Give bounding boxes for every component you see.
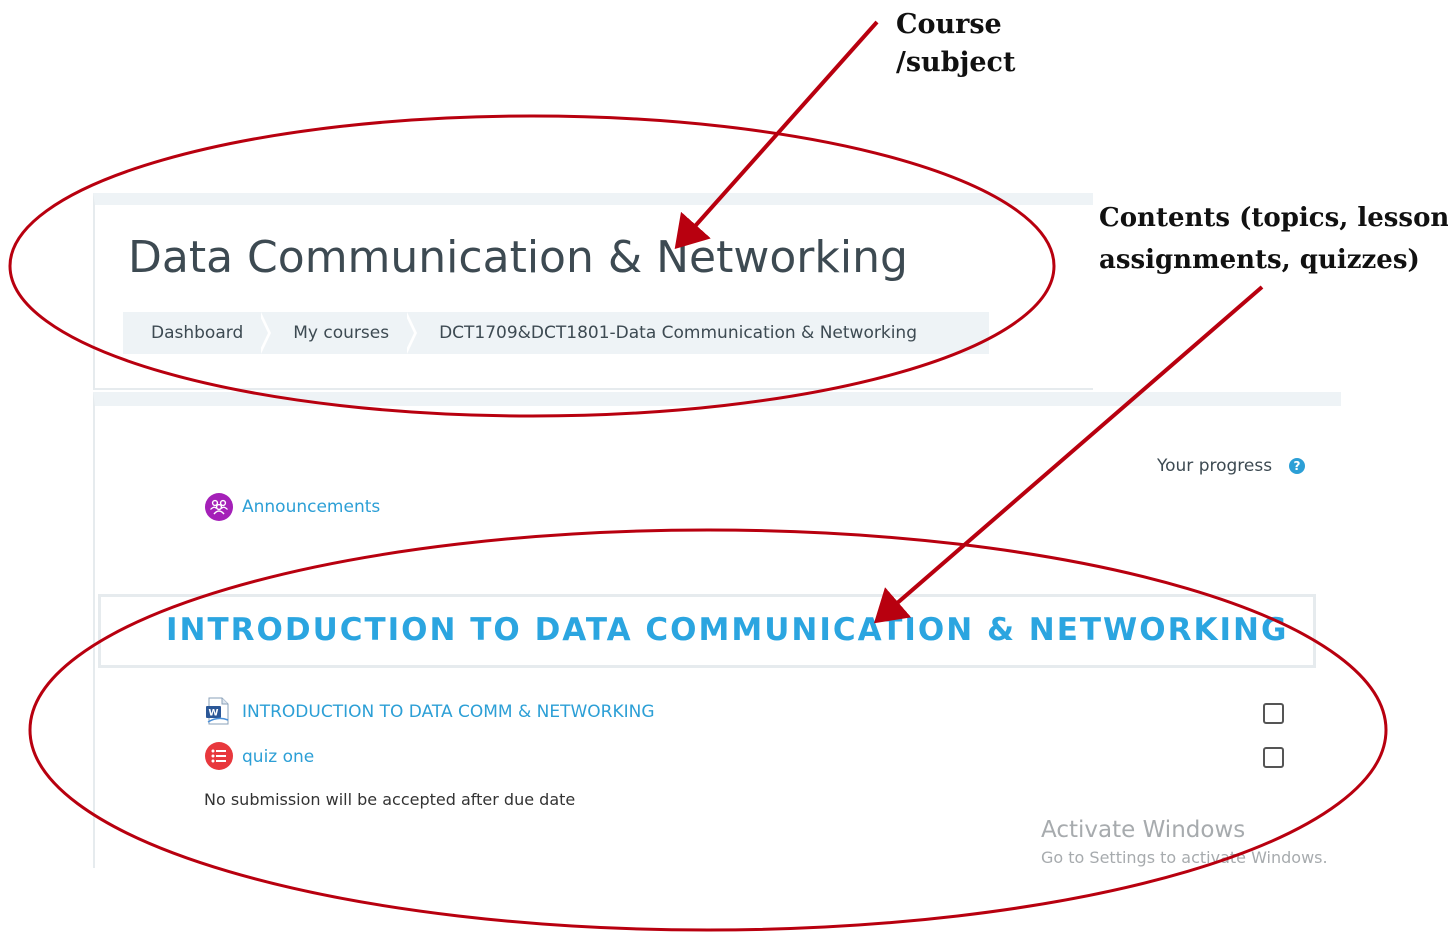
activity-link-quiz-one[interactable]: quiz one [242, 747, 314, 767]
completion-checkbox-introduction[interactable] [1263, 703, 1284, 724]
contents-callout-line-2: assignments, quizzes) [1099, 245, 1420, 275]
activate-windows-watermark: Activate Windows [1041, 817, 1246, 843]
course-callout-line-1: Course [896, 9, 1002, 40]
submission-note: No submission will be accepted after due… [204, 790, 576, 809]
announcements-link[interactable]: Announcements [242, 497, 380, 517]
breadcrumb-item-dashboard[interactable]: Dashboard [123, 312, 272, 354]
course-title: Data Communication & Networking [128, 232, 908, 283]
breadcrumb: Dashboard My courses DCT1709&DCT1801-Dat… [123, 312, 989, 354]
quiz-icon [205, 742, 233, 770]
svg-text:W: W [209, 709, 219, 719]
completion-checkbox-quiz-one[interactable] [1263, 747, 1284, 768]
section-title: INTRODUCTION TO DATA COMMUNICATION & NET… [166, 612, 1289, 648]
help-icon[interactable]: ? [1289, 458, 1305, 474]
course-callout-line-2: /subject [896, 47, 1016, 78]
activity-link-introduction[interactable]: INTRODUCTION TO DATA COMM & NETWORKING [242, 702, 655, 722]
contents-callout-line-1: Contents (topics, lessons, [1099, 203, 1448, 233]
progress-label: Your progress [1157, 456, 1273, 476]
breadcrumb-item-my-courses[interactable]: My courses [265, 312, 417, 354]
activate-windows-hint: Go to Settings to activate Windows. [1041, 848, 1328, 867]
course-header-panel [93, 193, 1093, 390]
forum-icon [205, 493, 233, 521]
breadcrumb-item-current-course[interactable]: DCT1709&DCT1801-Data Communication & Net… [411, 312, 939, 354]
course-callout: Course /subject [896, 6, 1015, 82]
contents-callout: Contents (topics, lessons, assignments, … [1099, 197, 1448, 281]
word-document-icon: W [205, 697, 231, 725]
